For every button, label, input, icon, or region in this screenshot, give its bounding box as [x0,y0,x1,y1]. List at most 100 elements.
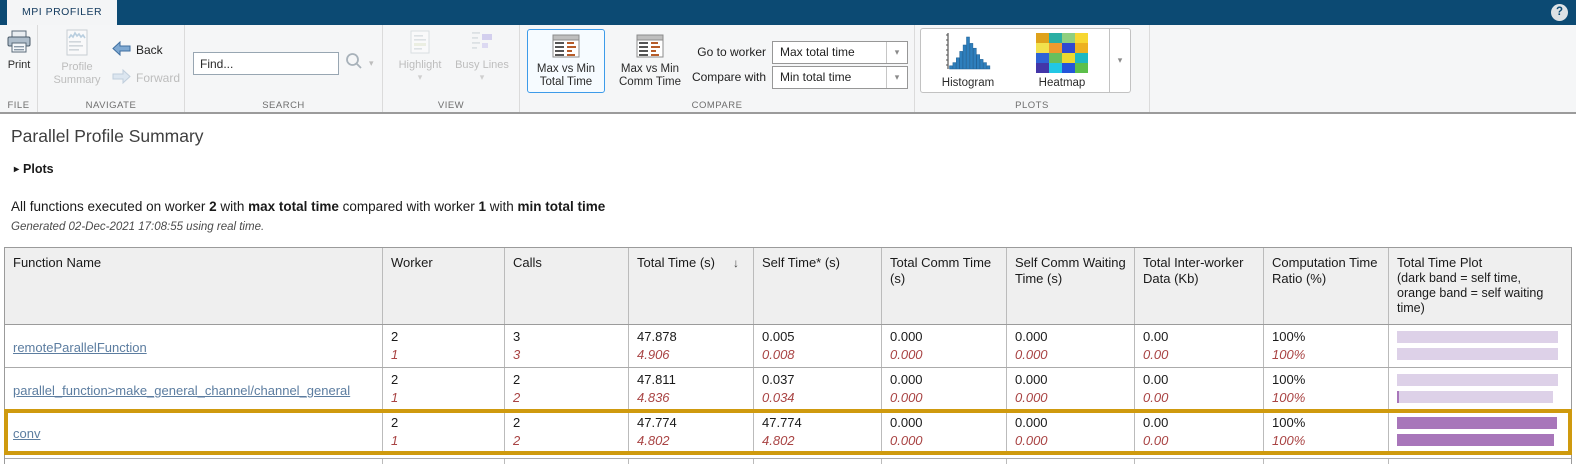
time-bar [1397,348,1558,360]
sort-descending-icon: ↓ [733,255,739,271]
go-to-worker-value: Max total time [780,42,855,63]
column-header-worker[interactable]: Worker [383,248,505,324]
table-row: parallel_function>make_general_channel/c… [5,368,1571,411]
section-label-search: SEARCH [185,100,382,111]
back-button[interactable]: Back [112,41,163,59]
busy-lines-caret-icon: ▾ [480,72,485,83]
section-plots: Histogram Heatmap ▾ PLOTS [915,25,1150,112]
busy-lines-button[interactable]: Busy Lines ▾ [451,30,513,83]
heatmap-cell [1062,63,1075,73]
back-arrow-icon [112,41,131,59]
disclosure-triangle-icon: ▸ [14,164,19,175]
clipped-cell [754,459,882,464]
mpi-profiler-window: MPI PROFILER ? Print FILE [0,0,1576,464]
highlight-button[interactable]: Highlight ▾ [393,30,447,83]
heatmap-cell [1049,33,1062,43]
value-worker-max: 100% [1272,328,1380,346]
value-worker-min: 4.836 [637,389,745,407]
print-label: Print [8,59,31,72]
heatmap-label: Heatmap [1039,77,1086,90]
go-to-worker-dropdown[interactable]: Max total time ▾ [772,41,908,64]
time-bar [1397,331,1558,343]
column-header-total-time-plot[interactable]: Total Time Plot(dark band = self time, o… [1389,248,1571,324]
page-title: Parallel Profile Summary [11,126,204,147]
max-vs-min-total-time-button[interactable]: Max vs Min Total Time [527,29,605,93]
total-time-cell: 47.8784.906 [629,325,754,367]
value-worker-max: 0.000 [890,371,998,389]
total-time-plot-cell [1389,325,1571,367]
min-total-time-text: min total time [518,199,606,214]
value-worker-max: 0.00 [1143,371,1255,389]
highlight-caret-icon: ▾ [418,72,423,83]
compare-with-caret-icon[interactable]: ▾ [886,67,907,88]
value-worker-max: 3 [513,328,620,346]
value-worker-max: 0.000 [890,328,998,346]
value-worker-max: 47.878 [637,328,745,346]
calls-cell: 22 [505,368,629,410]
comparison-table-icon [552,34,580,63]
function-link[interactable]: parallel_function>make_general_channel/c… [13,383,350,398]
clipped-cell [1389,459,1571,464]
profile-summary-button[interactable]: Profile Summary [48,29,106,87]
profile-table: Function NameWorkerCallsTotal Time (s)↓S… [4,247,1572,464]
section-label-navigate: NAVIGATE [38,100,184,111]
max-vs-min-total-time-label-line2: Total Time [537,76,595,89]
plots-disclosure[interactable]: ▸Plots [14,162,54,176]
value-worker-max: 0.000 [1015,328,1126,346]
compare-with-dropdown[interactable]: Min total time ▾ [772,66,908,89]
ratio-cell: 100%100% [1264,411,1389,453]
tab-bar: MPI PROFILER ? [0,0,1576,25]
value-worker-max: 2 [391,328,496,346]
profile-summary-label: Profile Summary [48,61,106,87]
value-worker-min: 100% [1272,432,1380,450]
worker-max-number: 2 [209,199,217,214]
print-button[interactable]: Print [5,30,33,72]
clipped-cell [5,459,383,464]
calls-cell: 33 [505,325,629,367]
column-header-total-inter-worker-data-kb-[interactable]: Total Inter-worker Data (Kb) [1135,248,1264,324]
heatmap-cell [1049,63,1062,73]
value-worker-max: 2 [513,414,620,432]
search-icon[interactable] [345,52,363,75]
ratio-cell: 100%100% [1264,368,1389,410]
histogram-label: Histogram [942,77,994,90]
function-link[interactable]: remoteParallelFunction [13,340,147,355]
value-worker-max: 0.00 [1143,328,1255,346]
self-comm-cell: 0.0000.000 [1007,325,1135,367]
histogram-button[interactable]: Histogram [921,29,1015,92]
column-header-total-comm-time-s-[interactable]: Total Comm Time (s) [882,248,1007,324]
column-header-self-time-s-[interactable]: Self Time* (s) [754,248,882,324]
time-bar [1397,417,1557,429]
forward-label: Forward [136,71,180,85]
value-worker-min: 4.906 [637,346,745,364]
plots-gallery-caret-icon[interactable]: ▾ [1110,28,1131,93]
section-navigate: Profile Summary Back Forward NAVIGATE [38,25,185,112]
self-comm-cell: 0.0000.000 [1007,368,1135,410]
column-header-total-time-s-[interactable]: Total Time (s)↓ [629,248,754,324]
heatmap-button[interactable]: Heatmap [1015,29,1109,92]
value-worker-min: 0.008 [762,346,873,364]
tab-mpi-profiler[interactable]: MPI PROFILER [7,0,117,25]
value-worker-min: 1 [391,389,496,407]
column-header-self-comm-waiting-time-s-[interactable]: Self Comm Waiting Time (s) [1007,248,1135,324]
function-link[interactable]: conv [13,426,40,441]
column-header-calls[interactable]: Calls [505,248,629,324]
section-view: Highlight ▾ Busy Lines ▾ VIEW [383,25,520,112]
go-to-worker-caret-icon[interactable]: ▾ [886,42,907,63]
busy-lines-label: Busy Lines [455,59,509,72]
function-name-cell: conv [5,411,383,453]
search-options-caret-icon[interactable]: ▾ [369,58,374,69]
value-worker-min: 0.000 [890,389,998,407]
help-icon[interactable]: ? [1551,4,1568,21]
compare-with-value: Min total time [780,67,851,88]
value-worker-min: 0.00 [1143,432,1255,450]
column-header-computation-time-ratio-[interactable]: Computation Time Ratio (%) [1264,248,1389,324]
find-input[interactable] [193,52,339,75]
forward-button[interactable]: Forward [112,69,180,87]
calls-cell: 22 [505,411,629,453]
value-worker-max: 0.005 [762,328,873,346]
column-header-function-name[interactable]: Function Name [5,248,383,324]
max-vs-min-comm-time-button[interactable]: Max vs Min Comm Time [610,29,690,93]
self-time-band [1397,391,1399,403]
worker-cell: 21 [383,325,505,367]
